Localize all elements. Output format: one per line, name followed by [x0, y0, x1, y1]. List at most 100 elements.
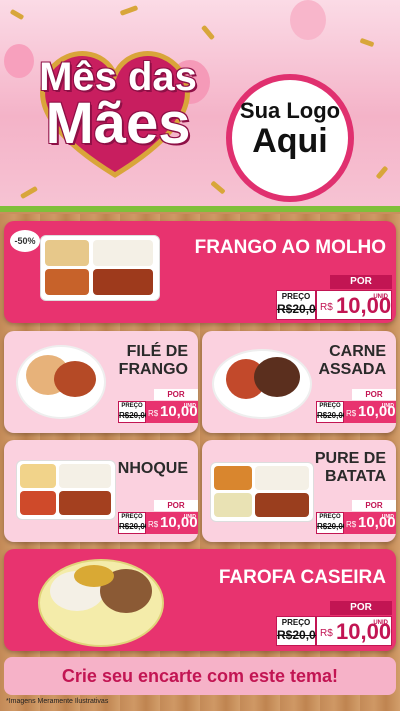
por-label: POR — [154, 500, 198, 511]
food-rice-white — [255, 466, 309, 490]
food-sauce — [20, 491, 56, 515]
preco-label: PREÇO — [121, 514, 143, 520]
old-price-box: PREÇO R$20,00 — [276, 616, 323, 646]
food-mashed-potato — [214, 493, 252, 517]
currency: R$ — [320, 302, 333, 313]
food-tray-image — [210, 462, 314, 522]
old-price: R$20,00 — [317, 522, 348, 531]
food-farofa — [74, 565, 114, 587]
product-name: FILÉ DE FRANGO — [119, 343, 188, 380]
confetti — [19, 185, 39, 200]
product-name: CARNE ASSADA — [318, 343, 386, 380]
currency: R$ — [346, 409, 357, 418]
por-label: POR — [154, 389, 198, 400]
unit-label: UNID — [183, 514, 196, 520]
price-tag: POR PREÇO R$20,00 R$ 10,00 UNID — [316, 389, 396, 423]
price-tag: POR PREÇO R$20,00 R$ 10,00 UNID — [276, 601, 392, 646]
preco-label: PREÇO — [281, 618, 311, 627]
product-card-farofa-caseira[interactable]: FAROFA CASEIRA POR PREÇO R$20,00 R$ 10,0… — [4, 549, 396, 651]
new-price-box: R$ 10,00 UNID — [146, 512, 198, 534]
confetti — [9, 8, 25, 21]
old-price-box: PREÇO R$20,00 — [316, 512, 348, 534]
unit-label: UNID — [373, 294, 388, 300]
balloon — [290, 0, 326, 40]
por-label: POR — [352, 500, 396, 511]
grass-divider — [0, 206, 400, 212]
por-label: POR — [330, 601, 392, 615]
confetti — [119, 5, 139, 16]
cta-banner[interactable]: Crie seu encarte com este tema! — [4, 657, 396, 695]
food-bowl-image — [212, 349, 312, 419]
food-chicken — [54, 361, 96, 397]
product-card-pure-de-batata[interactable]: PURE DE BATATA POR PREÇO R$20,00 R$ 10,0… — [202, 440, 396, 542]
product-card-frango-ao-molho[interactable]: FRANGO AO MOLHO POR PREÇO R$20,00 R$ 10,… — [4, 221, 396, 323]
old-price-box: PREÇO R$20,00 — [276, 290, 323, 320]
header-banner: Mês das Mães Sua Logo Aqui — [0, 0, 400, 212]
currency: R$ — [320, 628, 333, 639]
unit-label: UNID — [183, 403, 196, 409]
price-tag: POR PREÇO R$20,00 R$ 10,00 UNID — [118, 389, 198, 423]
old-price: R$20,00 — [317, 411, 348, 420]
food-veg — [45, 269, 89, 295]
unit-label: UNID — [381, 514, 394, 520]
food-bowl-image — [38, 559, 164, 647]
old-price: R$20,00 — [119, 411, 150, 420]
product-name-line1: FILÉ DE — [126, 343, 188, 360]
food-tray-image — [16, 460, 116, 520]
price-tag: POR PREÇO R$20,00 R$ 10,00 UNID — [276, 275, 392, 320]
preco-label: PREÇO — [319, 514, 341, 520]
price-tag: POR PREÇO R$20,00 R$ 10,00 UNID — [316, 500, 396, 534]
food-rice-white — [93, 240, 153, 266]
unit-label: UNID — [381, 403, 394, 409]
new-price-box: R$ 10,00 UNID — [344, 512, 396, 534]
product-name: PURE DE BATATA — [315, 450, 386, 487]
confetti — [375, 165, 389, 180]
confetti — [210, 180, 226, 195]
product-name-line2: ASSADA — [318, 361, 386, 379]
currency: R$ — [148, 520, 159, 529]
old-price: R$20,00 — [277, 302, 323, 316]
por-label: POR — [330, 275, 392, 289]
product-name: FRANGO AO MOLHO — [194, 237, 386, 258]
preco-label: PREÇO — [121, 403, 143, 409]
preco-label: PREÇO — [281, 292, 311, 301]
new-price-box: R$ 10,00 UNID — [146, 401, 198, 423]
product-name-line2: BATATA — [324, 468, 386, 486]
product-name-line1: CARNE — [329, 343, 386, 360]
confetti — [200, 24, 216, 41]
old-price-box: PREÇO R$20,00 — [118, 401, 150, 423]
product-name: FAROFA CASEIRA — [218, 567, 386, 588]
food-beef — [254, 357, 300, 397]
food-rice-white — [59, 464, 111, 488]
title-line2: Mães — [45, 91, 191, 156]
logo-line2: Aqui — [252, 122, 328, 160]
food-rice — [45, 240, 89, 266]
new-price-box: R$ 10,00 UNID — [316, 616, 392, 646]
food-bowl-image — [16, 345, 106, 419]
store-logo-placeholder: Sua Logo Aqui — [226, 74, 354, 202]
food-chicken — [93, 269, 153, 295]
product-card-nhoque[interactable]: NHOQUE POR PREÇO R$20,00 R$ 10,00 UNID — [4, 440, 198, 542]
food-meat — [59, 491, 111, 515]
disclaimer-text: *Imagens Meramente Ilustrativas — [6, 698, 109, 705]
currency: R$ — [148, 409, 159, 418]
product-card-file-de-frango[interactable]: FILÉ DE FRANGO POR PREÇO R$20,00 R$ 10,0… — [4, 331, 198, 433]
new-price-box: R$ 10,00 UNID — [316, 290, 392, 320]
currency: R$ — [346, 520, 357, 529]
product-card-carne-assada[interactable]: CARNE ASSADA POR PREÇO R$20,00 R$ 10,00 … — [202, 331, 396, 433]
food-gnocchi — [20, 464, 56, 488]
old-price: R$20,00 — [277, 628, 323, 642]
old-price-box: PREÇO R$20,00 — [118, 512, 150, 534]
price-tag: POR PREÇO R$20,00 R$ 10,00 UNID — [118, 500, 198, 534]
food-carrot — [214, 466, 252, 490]
food-tray-image — [40, 235, 160, 301]
old-price-box: PREÇO R$20,00 — [316, 401, 348, 423]
old-price: R$20,00 — [119, 522, 150, 531]
mes-das-maes-logo: Mês das Mães — [18, 57, 218, 156]
unit-label: UNID — [373, 620, 388, 626]
product-name: NHOQUE — [117, 460, 188, 477]
product-name-line2: FRANGO — [118, 361, 188, 379]
new-price-box: R$ 10,00 UNID — [344, 401, 396, 423]
por-label: POR — [352, 389, 396, 400]
confetti — [359, 37, 375, 48]
